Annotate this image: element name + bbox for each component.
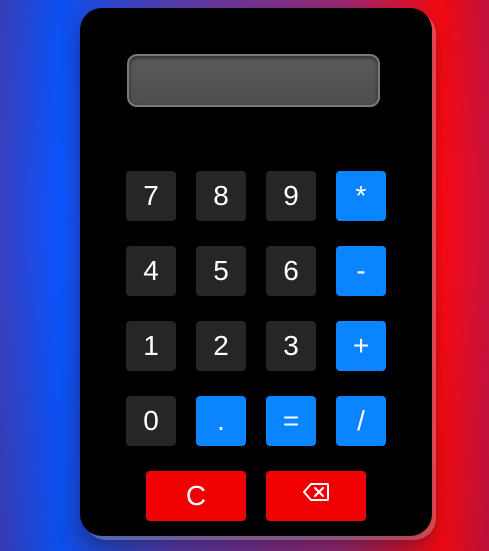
key-6[interactable]: 6	[266, 246, 316, 296]
backspace-icon	[303, 483, 329, 501]
clear-button[interactable]: C	[146, 471, 246, 521]
key-equals[interactable]: =	[266, 396, 316, 446]
key-2[interactable]: 2	[196, 321, 246, 371]
key-decimal[interactable]: .	[196, 396, 246, 446]
key-7[interactable]: 7	[126, 171, 176, 221]
key-4[interactable]: 4	[126, 246, 176, 296]
key-8[interactable]: 8	[196, 171, 246, 221]
key-9[interactable]: 9	[266, 171, 316, 221]
key-add[interactable]: +	[336, 321, 386, 371]
display-field[interactable]	[127, 54, 380, 107]
calculator: 7 8 9 * 4 5 6 - 1 2 3 + 0 . = / C	[80, 8, 432, 536]
key-0[interactable]: 0	[126, 396, 176, 446]
backspace-button[interactable]	[266, 471, 366, 521]
key-3[interactable]: 3	[266, 321, 316, 371]
key-1[interactable]: 1	[126, 321, 176, 371]
key-multiply[interactable]: *	[336, 171, 386, 221]
key-5[interactable]: 5	[196, 246, 246, 296]
key-subtract[interactable]: -	[336, 246, 386, 296]
key-divide[interactable]: /	[336, 396, 386, 446]
